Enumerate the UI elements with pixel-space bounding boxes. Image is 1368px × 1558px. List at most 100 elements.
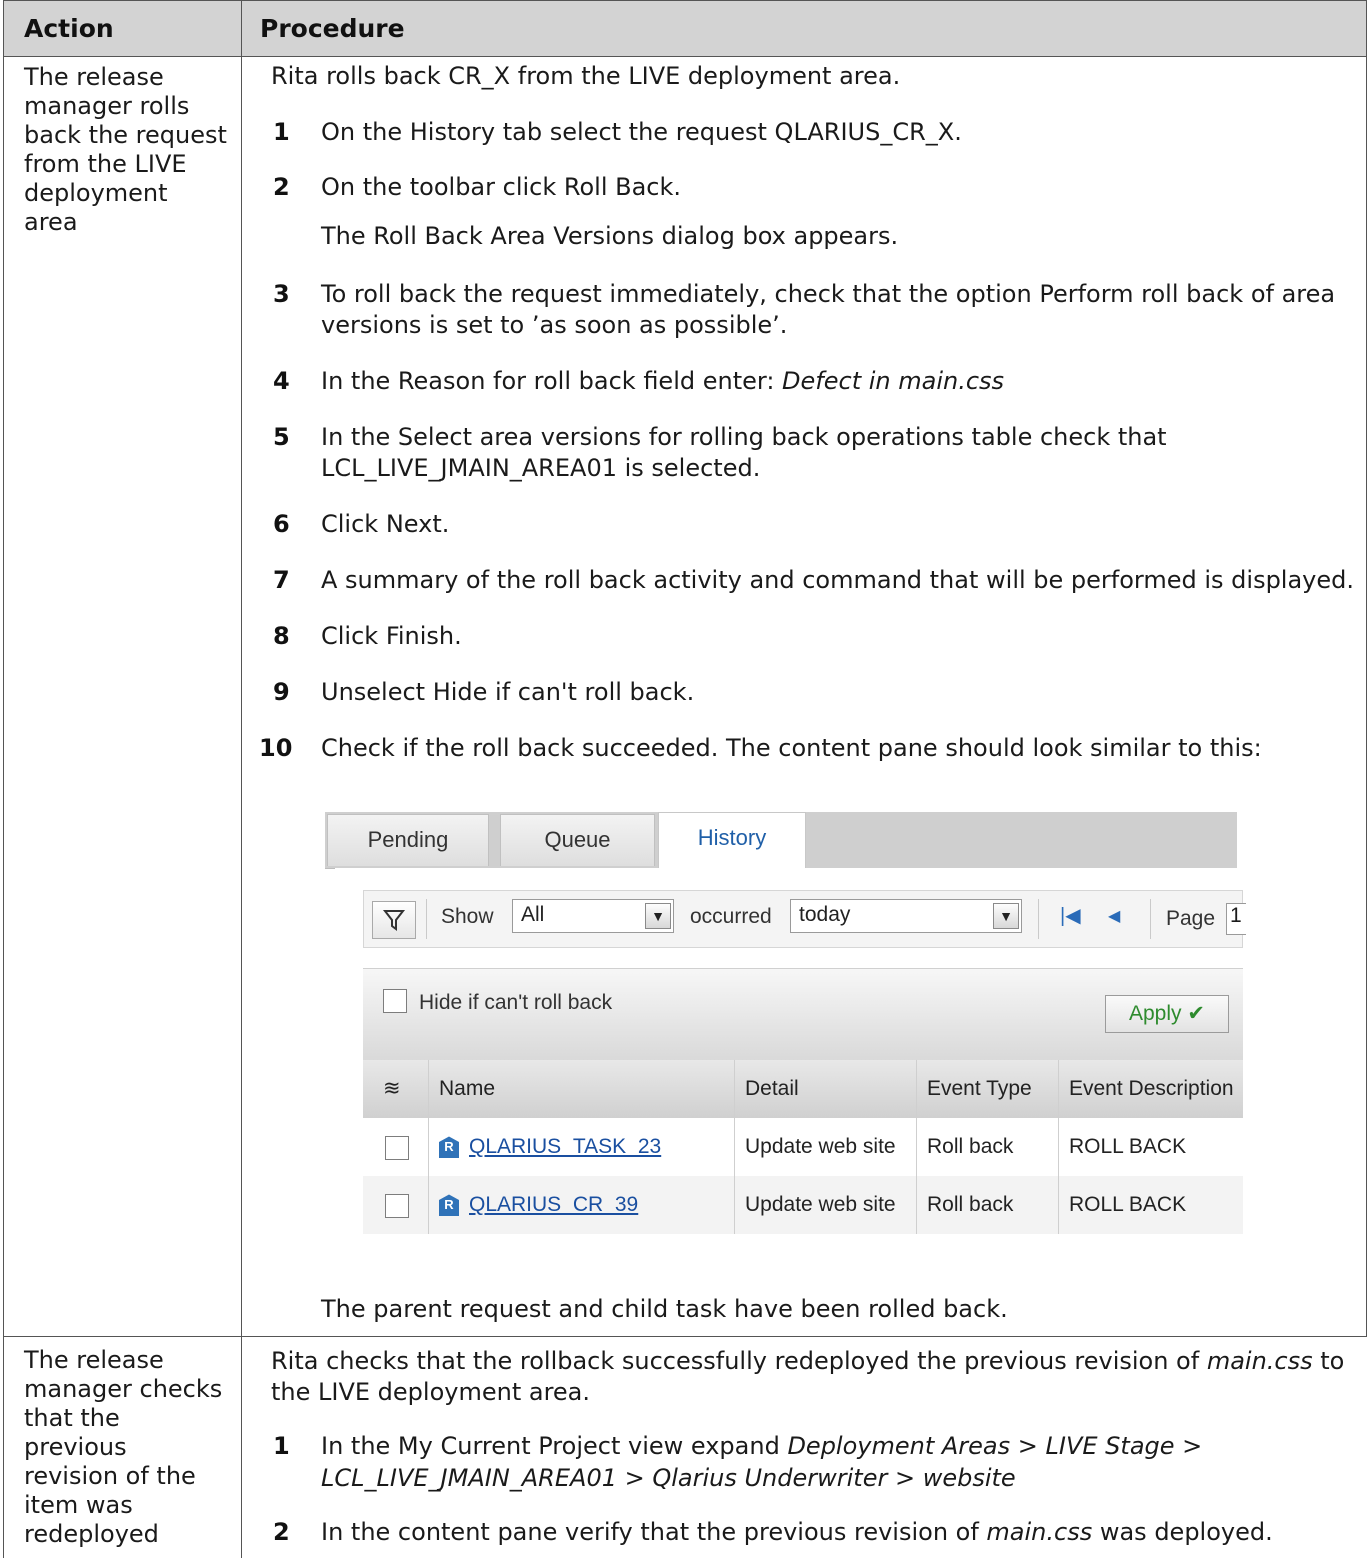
action-line: area: [24, 208, 78, 236]
page-input[interactable]: 1: [1226, 903, 1246, 935]
step-number: 8: [273, 622, 290, 650]
request-link[interactable]: QLARIUS_CR_39: [469, 1193, 638, 1216]
row-event-description: ROLL BACK: [1069, 1193, 1187, 1216]
column-divider: [241, 0, 242, 1558]
step-number: 5: [273, 423, 290, 451]
show-select[interactable]: All ▼: [512, 899, 674, 933]
step-text: Unselect Hide if can't roll back.: [321, 678, 695, 706]
row1-action: The release manager rolls back the reque…: [24, 63, 229, 237]
toolbar-separator: [1150, 899, 1151, 939]
filter-button[interactable]: [372, 901, 416, 939]
step-text: LCL_LIVE_JMAIN_AREA01 is selected.: [321, 454, 761, 482]
step-number: 2: [273, 173, 290, 201]
table-header-row: ≋ Name Detail Event Type Event Descripti…: [363, 1060, 1243, 1118]
step-text: On the toolbar click Roll Back.: [321, 173, 682, 201]
action-line: from the LIVE: [24, 150, 187, 178]
row-checkbox[interactable]: [385, 1194, 409, 1218]
step-number: 2: [273, 1518, 290, 1546]
intro-text-end: to: [1312, 1347, 1345, 1375]
row-name-cell: R QLARIUS_TASK_23: [429, 1118, 735, 1176]
occurred-select[interactable]: today ▼: [790, 899, 1022, 933]
step-number: 6: [273, 510, 290, 538]
tab-history[interactable]: History: [658, 812, 806, 868]
header-action: Action: [24, 14, 114, 43]
row1-closing: The parent request and child task have b…: [321, 1295, 1008, 1323]
table-border-left: [3, 0, 4, 1558]
column-name[interactable]: Name: [429, 1060, 735, 1118]
step-number: 4: [273, 367, 290, 395]
table-row[interactable]: R QLARIUS_TASK_23 Update web site Roll ba…: [363, 1118, 1243, 1176]
step-text-plain: In the Reason for roll back field enter:: [321, 367, 783, 395]
table-header: Action Procedure: [3, 0, 1367, 57]
action-line: previous: [24, 1433, 127, 1461]
action-line: manager checks: [24, 1375, 223, 1403]
step-text: In the My Current Project view expand De…: [321, 1431, 1202, 1462]
page-label: Page: [1166, 907, 1216, 930]
filter-toolbar: Show All ▼ occurred today ▼ |◀ ◀ Page 1: [363, 890, 1246, 948]
step-text: In the Reason for roll back field enter:…: [321, 366, 1004, 397]
content-pane-screenshot: Pending Queue History Show All ▼ occurre…: [325, 812, 1246, 1242]
action-line: The release: [24, 63, 164, 91]
request-icon: R: [439, 1136, 459, 1159]
step-text-plain: In the My Current Project view expand: [321, 1432, 788, 1460]
row1-intro: Rita rolls back CR_X from the LIVE deplo…: [271, 62, 901, 90]
step-text-plain: was deployed.: [1092, 1518, 1273, 1546]
step-note: The Roll Back Area Versions dialog box a…: [321, 222, 899, 250]
step-text-plain: In the content pane verify that the prev…: [321, 1518, 987, 1546]
row-event-type: Roll back: [917, 1176, 1059, 1234]
action-line: The release: [24, 1346, 164, 1374]
column-event-type[interactable]: Event Type: [917, 1060, 1059, 1118]
table-border-right: [1366, 0, 1367, 1337]
step-text: To roll back the request immediately, ch…: [321, 280, 1336, 308]
tab-bar: Pending Queue History: [325, 812, 1237, 869]
apply-button[interactable]: Apply ✔: [1105, 995, 1229, 1033]
tab-pending[interactable]: Pending: [327, 814, 489, 866]
row-event-description: ROLL BACK: [1069, 1135, 1187, 1158]
toolbar-separator: [1038, 899, 1039, 939]
row-divider: [3, 1336, 1367, 1337]
expand-icon[interactable]: ≋: [363, 1060, 429, 1118]
hide-options-bar: Hide if can't roll back Apply ✔: [363, 968, 1243, 1061]
show-select-value: All: [521, 903, 545, 926]
chevron-down-icon[interactable]: ▼: [645, 903, 671, 929]
step-text: Click Next.: [321, 510, 450, 538]
header-procedure: Procedure: [260, 14, 405, 43]
step-text-italic: LCL_LIVE_JMAIN_AREA01 > Qlarius Underwri…: [321, 1464, 1016, 1492]
step-text: A summary of the roll back activity and …: [321, 566, 1355, 594]
step-text: Check if the roll back succeeded. The co…: [321, 734, 1262, 762]
step-text: In the content pane verify that the prev…: [321, 1517, 1273, 1548]
checkmark-icon: ✔: [1187, 1002, 1205, 1025]
show-label: Show: [441, 905, 494, 928]
row2-intro: Rita checks that the rollback successful…: [271, 1346, 1344, 1377]
action-line: revision of the: [24, 1462, 196, 1490]
occurred-select-value: today: [799, 903, 851, 926]
row-checkbox[interactable]: [385, 1136, 409, 1160]
column-event-description[interactable]: Event Description: [1059, 1060, 1243, 1118]
row-checkbox-cell: [363, 1176, 429, 1234]
step-text-italic: Defect in main.css: [782, 367, 1005, 395]
intro-text: Rita checks that the rollback successful…: [271, 1347, 1207, 1375]
chevron-down-icon[interactable]: ▼: [993, 903, 1019, 929]
action-line: item was: [24, 1491, 133, 1519]
row-detail: Update web site: [735, 1176, 917, 1234]
first-page-icon[interactable]: |◀: [1060, 903, 1081, 928]
action-line: manager rolls: [24, 92, 190, 120]
procedure-table: Action Procedure The release manager rol…: [3, 0, 1367, 1558]
column-detail[interactable]: Detail: [735, 1060, 917, 1118]
table-row[interactable]: R QLARIUS_CR_39 Update web site Roll back…: [363, 1176, 1243, 1234]
step-number: 1: [273, 118, 290, 146]
row-name-cell: R QLARIUS_CR_39: [429, 1176, 735, 1234]
funnel-icon: [382, 910, 406, 931]
request-link[interactable]: QLARIUS_TASK_23: [469, 1135, 661, 1158]
step-text-italic: Deployment Areas > LIVE Stage >: [787, 1432, 1203, 1460]
hide-checkbox[interactable]: [383, 989, 407, 1013]
action-line: that the: [24, 1404, 120, 1432]
prev-page-icon[interactable]: ◀: [1108, 906, 1120, 926]
row2-intro-line2: the LIVE deployment area.: [271, 1378, 591, 1406]
toolbar-separator: [426, 899, 427, 939]
step-number: 7: [273, 566, 290, 594]
intro-italic: main.css: [1206, 1347, 1313, 1375]
tab-queue[interactable]: Queue: [500, 814, 655, 866]
row2-action: The release manager checks that the prev…: [24, 1346, 229, 1549]
step-number: 10: [259, 734, 293, 762]
